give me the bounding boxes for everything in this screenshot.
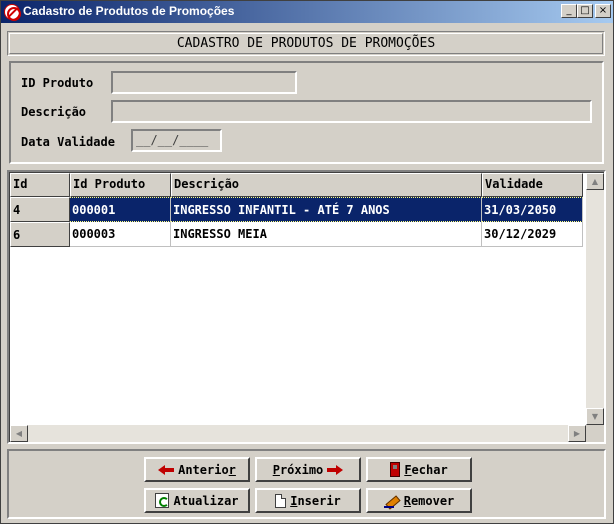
scroll-corner (586, 425, 604, 442)
button-panel: Anterior Próximo Fechar Atualizar Inseri… (7, 449, 606, 519)
arrow-right-icon (327, 464, 344, 475)
close-button[interactable]: × (595, 4, 611, 18)
scroll-down-icon[interactable]: ▼ (586, 408, 604, 425)
window-title: Cadastro de Produtos de Promoções (23, 4, 235, 18)
column-header-id-produto[interactable]: Id Produto (70, 173, 171, 197)
scroll-left-icon[interactable]: ◀ (10, 425, 28, 442)
eraser-icon (383, 494, 400, 508)
cell-descricao: INGRESSO MEIA (171, 222, 482, 247)
prohibition-icon[interactable] (4, 4, 21, 21)
fechar-label: Fechar (404, 462, 448, 477)
page-title: CADASTRO DE PRODUTOS DE PROMOÇÕES (9, 33, 603, 54)
column-header-id[interactable]: Id (10, 173, 70, 197)
door-icon (390, 462, 401, 477)
form-panel: ID Produto Descrição Data Validade __/__… (9, 61, 604, 164)
scroll-up-icon[interactable]: ▲ (586, 173, 604, 190)
descricao-field[interactable] (111, 100, 592, 123)
remover-label: Remover (403, 493, 455, 508)
cell-descricao: INGRESSO INFANTIL - ATÉ 7 ANOS (171, 197, 482, 222)
remover-button[interactable]: Remover (366, 488, 472, 513)
cell-id: 4 (10, 197, 70, 222)
proximo-button[interactable]: Próximo (255, 457, 361, 482)
anterior-button[interactable]: Anterior (144, 457, 250, 482)
id-produto-field[interactable] (111, 71, 297, 94)
fechar-button[interactable]: Fechar (366, 457, 472, 482)
column-header-descricao[interactable]: Descrição (171, 173, 482, 197)
title-bar[interactable]: Cadastro de Produtos de Promoções _ □ × (1, 1, 613, 23)
cell-validade: 31/03/2050 (482, 197, 583, 222)
refresh-icon (155, 493, 170, 508)
scroll-right-icon[interactable]: ▶ (568, 425, 586, 442)
products-grid[interactable]: Id Id Produto Descrição Validade 4 00000… (7, 170, 606, 444)
horizontal-scrollbar[interactable]: ◀ ▶ (10, 425, 586, 442)
id-produto-label: ID Produto (21, 76, 94, 90)
header-panel: CADASTRO DE PRODUTOS DE PROMOÇÕES (7, 31, 605, 56)
maximize-button[interactable]: □ (577, 4, 593, 18)
grid-body: Id Id Produto Descrição Validade 4 00000… (9, 172, 604, 442)
atualizar-label: Atualizar (173, 493, 239, 508)
data-validade-label: Data Validade (21, 135, 115, 149)
inserir-label: Inserir (290, 493, 341, 508)
vertical-scrollbar[interactable]: ▲ ▼ (586, 173, 604, 425)
cell-validade: 30/12/2029 (482, 222, 583, 247)
atualizar-button[interactable]: Atualizar (144, 488, 250, 513)
column-header-validade[interactable]: Validade (482, 173, 583, 197)
anterior-label: Anterior (178, 462, 236, 477)
data-validade-field[interactable]: __/__/____ (131, 129, 222, 152)
minimize-button[interactable]: _ (561, 4, 577, 18)
descricao-label: Descrição (21, 105, 87, 119)
inserir-button[interactable]: Inserir (255, 488, 361, 513)
cell-id: 6 (10, 222, 70, 247)
cell-id-produto: 000003 (70, 222, 171, 247)
proximo-label: Próximo (272, 462, 324, 477)
cell-id-produto: 000001 (70, 197, 171, 222)
arrow-left-icon (158, 464, 175, 475)
window: Cadastro de Produtos de Promoções _ □ × … (0, 0, 614, 524)
new-document-icon (275, 493, 287, 508)
